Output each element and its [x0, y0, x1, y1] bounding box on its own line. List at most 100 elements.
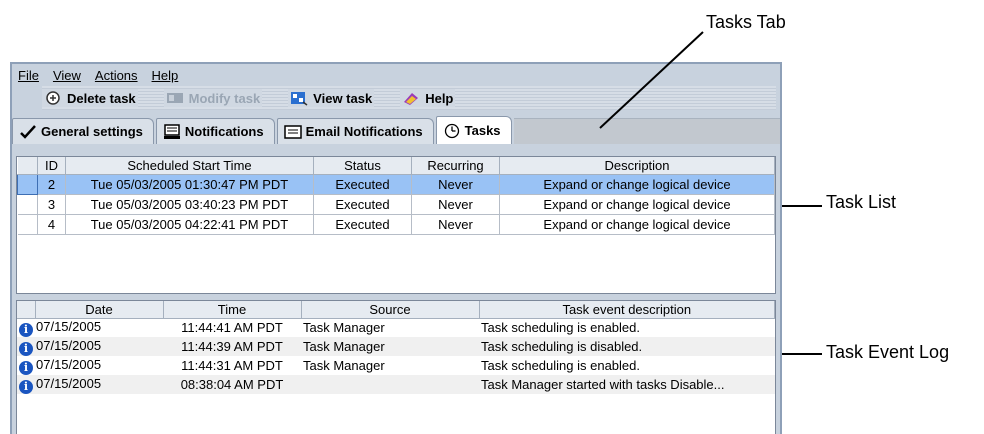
event-time: 11:44:39 AM PDT: [163, 337, 301, 356]
event-date-cell: i 07/15/2005: [17, 337, 163, 356]
menu-actions-label: Actions: [94, 67, 138, 83]
menu-help-label: Help: [151, 67, 179, 83]
tab-notifications[interactable]: Notifications: [155, 118, 275, 144]
task-row-header[interactable]: [17, 173, 38, 195]
tab-tasks-label: Tasks: [464, 123, 501, 138]
help-label: Help: [425, 90, 454, 106]
column-header-description[interactable]: Description: [499, 157, 775, 175]
toolbar: Delete task Modify task View task Help: [42, 86, 776, 110]
task-list-panel: ID Scheduled Start Time Status Recurring…: [16, 156, 776, 294]
column-header-start-time[interactable]: Scheduled Start Time: [65, 157, 314, 175]
task-row[interactable]: 2 Tue 05/03/2005 01:30:47 PM PDT Execute…: [17, 173, 775, 195]
email-icon: [283, 124, 302, 140]
event-time: 11:44:31 AM PDT: [181, 358, 283, 373]
event-description: Task Manager started with tasks Disable.…: [479, 375, 775, 394]
checkmark-icon: [19, 124, 37, 140]
task-description: Expand or change logical device: [499, 194, 775, 215]
clock-icon: [443, 123, 461, 139]
column-header-status[interactable]: Status: [313, 157, 412, 175]
task-id: 2: [37, 174, 66, 195]
tab-email-notifications[interactable]: Email Notifications: [276, 118, 434, 144]
info-icon: i: [19, 360, 33, 375]
task-id: 3: [37, 194, 66, 215]
delete-task-label: Delete task: [67, 90, 136, 106]
event-row[interactable]: i 07/15/2005 11:44:39 AM PDT Task Manager…: [17, 337, 775, 356]
modify-task-label: Modify task: [188, 90, 261, 106]
menu-help[interactable]: Help: [152, 68, 179, 83]
menu-file[interactable]: File: [18, 68, 39, 83]
task-recurring: Never: [411, 194, 500, 215]
view-task-label: View task: [313, 90, 373, 106]
menu-view[interactable]: View: [53, 68, 81, 83]
tab-notifications-label: Notifications: [184, 124, 264, 139]
tab-email-label: Email Notifications: [305, 124, 423, 139]
event-source: [301, 375, 479, 394]
task-row[interactable]: 3 Tue 05/03/2005 03:40:23 PM PDT Execute…: [17, 194, 775, 215]
task-list-table: ID Scheduled Start Time Status Recurring…: [17, 157, 775, 235]
info-icon: i: [19, 322, 33, 337]
column-header-event-description[interactable]: Task event description: [479, 301, 775, 319]
tab-general-label: General settings: [41, 124, 143, 139]
callout-task-list: Task List: [826, 192, 897, 212]
tab-tasks[interactable]: Tasks: [435, 116, 512, 144]
help-book-icon: [402, 90, 420, 106]
app-window: File View Actions Help Delete task Modif…: [10, 62, 782, 434]
column-header-id[interactable]: ID: [37, 157, 66, 175]
event-description: Task scheduling is disabled.: [479, 337, 775, 356]
event-description: Task scheduling is enabled.: [481, 320, 640, 336]
task-list-header-row: ID Scheduled Start Time Status Recurring…: [17, 157, 775, 175]
menubar: File View Actions Help: [12, 64, 780, 86]
tab-strip-fill: [513, 118, 780, 144]
task-event-log-panel: Date Time Source Task event description …: [16, 300, 776, 434]
tab-general-settings[interactable]: General settings: [12, 118, 154, 144]
callout-tasks-tab: Tasks Tab: [706, 12, 786, 32]
task-description: Expand or change logical device: [499, 214, 775, 235]
modify-icon: [166, 90, 184, 106]
event-row[interactable]: i 07/15/2005 11:44:31 AM PDT Task Manager…: [17, 356, 775, 375]
event-row[interactable]: i 07/15/2005 11:44:41 AM PDT Task Manager…: [17, 318, 775, 337]
task-description: Expand or change logical device: [499, 174, 775, 195]
task-list-corner-header: [17, 157, 38, 175]
column-header-source[interactable]: Source: [301, 301, 480, 319]
event-source: Task Manager: [301, 337, 479, 356]
task-row[interactable]: 4 Tue 05/03/2005 04:22:41 PM PDT Execute…: [17, 214, 775, 235]
task-status: Executed: [313, 174, 412, 195]
event-source: Task Manager: [303, 358, 385, 373]
event-log-corner-header: [17, 301, 36, 319]
tab-bar: General settings Notifications Email Not…: [12, 114, 780, 144]
event-time: 08:38:04 AM PDT: [163, 375, 301, 394]
column-header-time[interactable]: Time: [163, 301, 302, 319]
task-event-log-table: Date Time Source Task event description …: [17, 301, 775, 394]
event-date-cell: i 07/15/2005: [17, 375, 163, 394]
column-header-recurring[interactable]: Recurring: [411, 157, 500, 175]
event-date: 07/15/2005: [36, 337, 102, 353]
event-date-cell: i 07/15/2005: [17, 356, 163, 375]
column-header-date[interactable]: Date: [35, 301, 164, 319]
info-icon: i: [19, 341, 33, 356]
delete-task-button[interactable]: Delete task: [42, 89, 138, 107]
view-task-button[interactable]: View task: [288, 89, 375, 107]
info-icon: i: [19, 379, 33, 394]
callout-task-event-log: Task Event Log: [826, 342, 950, 362]
event-date: 07/15/2005: [36, 356, 102, 372]
event-date: 07/15/2005: [36, 318, 102, 334]
event-log-header-row: Date Time Source Task event description: [17, 301, 775, 319]
menu-actions[interactable]: Actions: [95, 68, 138, 83]
modify-task-button[interactable]: Modify task: [163, 89, 263, 107]
view-icon: [290, 90, 308, 106]
task-start-time: Tue 05/03/2005 04:22:41 PM PDT: [65, 214, 314, 235]
event-row[interactable]: i 07/15/2005 08:38:04 AM PDT Task Manager…: [17, 375, 775, 394]
menu-view-label: View: [52, 67, 81, 83]
task-recurring: Never: [411, 214, 500, 235]
task-start-time: Tue 05/03/2005 03:40:23 PM PDT: [65, 194, 314, 215]
task-status: Executed: [313, 214, 412, 235]
event-description: Task scheduling is enabled.: [481, 358, 640, 373]
event-date-cell: i 07/15/2005: [17, 318, 163, 337]
task-recurring: Never: [411, 174, 500, 195]
task-row-header[interactable]: [17, 214, 38, 235]
help-button[interactable]: Help: [400, 89, 456, 107]
task-status: Executed: [313, 194, 412, 215]
trash-icon: [44, 90, 62, 106]
task-row-header[interactable]: [17, 194, 38, 215]
menu-file-label: File: [18, 67, 39, 83]
